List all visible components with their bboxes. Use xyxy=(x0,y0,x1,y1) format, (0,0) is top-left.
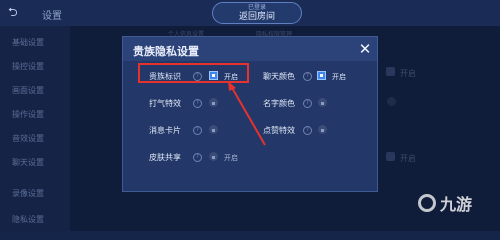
watermark-text: 九游 xyxy=(440,195,473,214)
jiuyou-watermark: 九游 xyxy=(418,191,472,215)
jiuyou-logo-icon xyxy=(418,194,436,212)
